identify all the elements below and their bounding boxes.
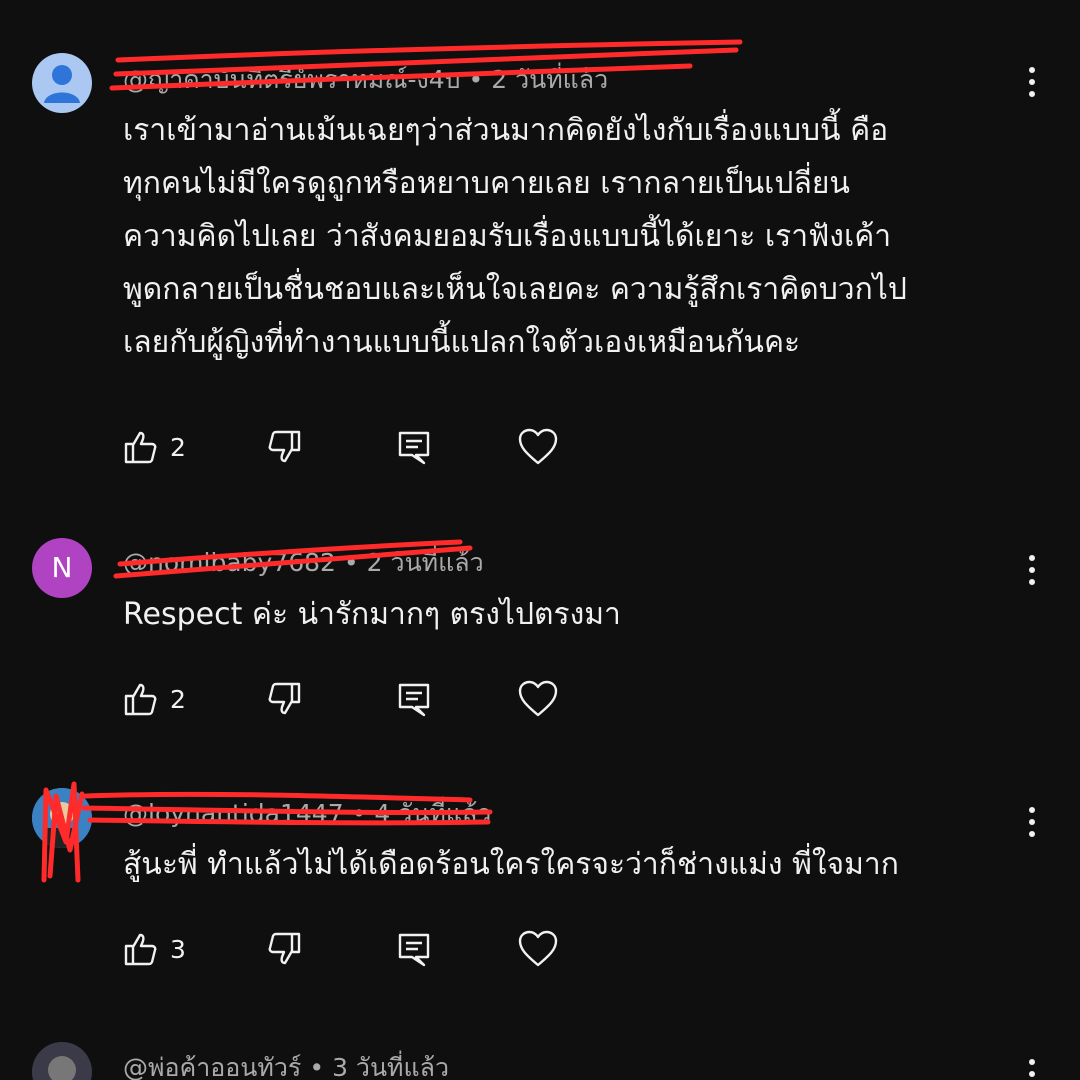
- heart-button[interactable]: [516, 674, 560, 724]
- heart-button[interactable]: [516, 924, 560, 974]
- comment-text-line: Respect ค่ะ น่ารักมากๆ ตรงไปตรงมา: [123, 597, 621, 632]
- comment-text: Respect ค่ะ น่ารักมากๆ ตรงไปตรงมา: [123, 588, 1023, 641]
- comment-time[interactable]: 4 วันที่แล้ว: [374, 799, 491, 828]
- more-options-button[interactable]: [1016, 62, 1048, 102]
- comment-item: @พ่อค้าออนทัวร์ • 3 วันที่แล้ว: [0, 1010, 1080, 1080]
- like-button[interactable]: 3: [120, 924, 186, 974]
- comment-text-line: ทุกคนไม่มีใครดูถูกหรือหยาบคายเลย เรากลาย…: [123, 166, 850, 201]
- dislike-button[interactable]: [265, 422, 305, 472]
- heart-icon: [518, 680, 558, 717]
- meta-separator: •: [309, 1053, 325, 1080]
- profile-photo-avatar: [32, 788, 92, 848]
- thumbs-up-icon: [124, 683, 157, 716]
- comment-time[interactable]: 2 วันที่แล้ว: [491, 65, 608, 94]
- comment-time[interactable]: 3 วันที่แล้ว: [332, 1053, 449, 1080]
- meta-separator: •: [351, 799, 367, 828]
- comment-text-line: เราเข้ามาอ่านเม้นเฉยๆว่าส่วนมากคิดยังไงก…: [123, 113, 889, 148]
- reply-comment-icon: [398, 683, 430, 717]
- comment-actions: 2: [120, 422, 580, 472]
- reply-button[interactable]: [394, 924, 434, 974]
- comment-text: เราเข้ามาอ่านเม้นเฉยๆว่าส่วนมากคิดยังไงก…: [123, 104, 1023, 369]
- heart-button[interactable]: [516, 422, 560, 472]
- thumbs-down-icon: [268, 932, 301, 965]
- comment-author[interactable]: @พ่อค้าออนทัวร์: [123, 1053, 301, 1080]
- avatar[interactable]: [32, 1042, 92, 1080]
- more-vertical-icon: [1029, 1059, 1035, 1077]
- more-vertical-icon: [1029, 807, 1035, 837]
- like-button[interactable]: 2: [120, 422, 186, 472]
- avatar[interactable]: N: [32, 538, 92, 598]
- heart-icon: [518, 930, 558, 967]
- thumbs-down-icon: [268, 682, 301, 715]
- thumbs-up-icon: [124, 933, 157, 966]
- comment-text-line: ความคิดไปเลย ว่าสังคมยอมรับเรื่องแบบนี้ไ…: [123, 219, 892, 254]
- profile-photo-avatar: [32, 1042, 92, 1080]
- comment-meta: @พ่อค้าออนทัวร์ • 3 วันที่แล้ว: [123, 1048, 449, 1080]
- comment-text-line: เลยกับผู้ญิงที่ทำงานแบบนี้แปลกใจตัวเองเห…: [123, 325, 801, 360]
- comment-author[interactable]: @nomibaby7682: [123, 548, 336, 577]
- comment-meta: @ญาดาบันทิตรีย์พราหมณ์-ง4บ • 2 วันที่แล้ว: [123, 60, 608, 100]
- like-button[interactable]: 2: [120, 674, 186, 724]
- comment-text-line: พูดกลายเป็นชื่นชอบและเห็นใจเลยคะ ความรู้…: [123, 272, 907, 307]
- dislike-button[interactable]: [265, 924, 305, 974]
- like-count: 2: [170, 432, 186, 462]
- more-options-button[interactable]: [1016, 802, 1048, 842]
- thumbs-up-icon: [124, 431, 157, 464]
- like-count: 2: [170, 684, 186, 714]
- more-options-button[interactable]: [1016, 550, 1048, 590]
- reply-comment-icon: [398, 431, 430, 465]
- meta-separator: •: [343, 548, 359, 577]
- more-vertical-icon: [1029, 67, 1035, 97]
- comment-actions: 3: [120, 924, 580, 974]
- comment-actions: 2: [120, 674, 580, 724]
- comment-author[interactable]: @ญาดาบันทิตรีย์พราหมณ์-ง4บ: [123, 65, 460, 94]
- comment-item: @loynantida1447 • 4 วันที่แล้ว สู้นะพี่ ทำ…: [0, 750, 1080, 1010]
- comment-text: สู้นะพี่ ทำแล้วไม่ได้เดือดร้อนใครใครจะว่…: [123, 838, 1023, 891]
- like-count: 3: [170, 934, 186, 964]
- reply-button[interactable]: [394, 422, 434, 472]
- comment-item: @ญาดาบันทิตรีย์พราหมณ์-ง4บ • 2 วันที่แล้ว …: [0, 0, 1080, 500]
- comment-author[interactable]: @loynantida1447: [123, 799, 344, 828]
- comment-meta: @loynantida1447 • 4 วันที่แล้ว: [123, 794, 491, 834]
- heart-icon: [518, 428, 558, 465]
- thumbs-down-icon: [268, 430, 301, 463]
- dislike-button[interactable]: [265, 674, 305, 724]
- default-user-avatar-icon: [44, 65, 80, 103]
- more-options-button[interactable]: [1016, 1054, 1048, 1080]
- comment-item: N @nomibaby7682 • 2 วันที่แล้ว Respect ค่ะ…: [0, 500, 1080, 750]
- comment-text-line: สู้นะพี่ ทำแล้วไม่ได้เดือดร้อนใครใครจะว่…: [123, 847, 899, 882]
- meta-separator: •: [468, 65, 484, 94]
- avatar[interactable]: [32, 788, 92, 848]
- avatar[interactable]: [32, 53, 92, 113]
- more-vertical-icon: [1029, 555, 1035, 585]
- comment-time[interactable]: 2 วันที่แล้ว: [367, 548, 484, 577]
- comment-meta: @nomibaby7682 • 2 วันที่แล้ว: [123, 543, 484, 583]
- reply-comment-icon: [398, 933, 430, 967]
- reply-button[interactable]: [394, 674, 434, 724]
